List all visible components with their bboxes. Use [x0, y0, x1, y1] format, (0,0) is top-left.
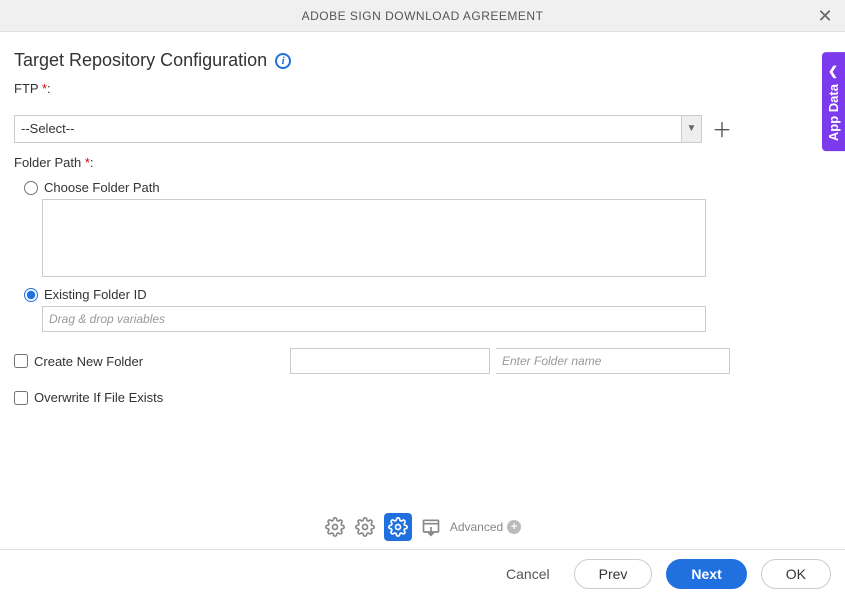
folder-parent-input[interactable]	[290, 348, 490, 374]
prev-button[interactable]: Prev	[574, 559, 653, 589]
choose-folder-radio[interactable]	[24, 181, 38, 195]
existing-folder-input[interactable]: Drag & drop variables	[42, 306, 706, 332]
add-ftp-button[interactable]: ＋	[712, 114, 732, 143]
choose-folder-radio-row: Choose Folder Path	[24, 180, 831, 195]
plus-circle-icon: +	[507, 520, 521, 534]
existing-folder-radio-row: Existing Folder ID	[24, 287, 831, 302]
overwrite-label: Overwrite If File Exists	[34, 390, 163, 405]
close-icon[interactable]: ✕	[815, 6, 835, 26]
choose-folder-textarea[interactable]	[42, 199, 706, 277]
folder-name-input[interactable]: Enter Folder name	[496, 348, 730, 374]
create-new-folder-label: Create New Folder	[34, 354, 284, 369]
gear-icon-1[interactable]	[324, 516, 346, 538]
overwrite-row: Overwrite If File Exists	[14, 390, 831, 405]
existing-folder-label: Existing Folder ID	[44, 287, 147, 302]
ftp-select[interactable]: --Select-- ▼	[14, 115, 702, 143]
gear-icon-2[interactable]	[354, 516, 376, 538]
bottom-toolbar: Advanced +	[0, 507, 845, 547]
window-icon[interactable]	[420, 516, 442, 538]
cancel-button[interactable]: Cancel	[496, 560, 560, 588]
chevron-left-icon: ❮	[828, 64, 838, 78]
folder-path-label-row: Folder Path *:	[14, 155, 831, 176]
next-button[interactable]: Next	[666, 559, 746, 589]
dialog-footer: Cancel Prev Next OK	[0, 549, 845, 597]
advanced-label: Advanced	[450, 520, 503, 534]
ok-button[interactable]: OK	[761, 559, 831, 589]
create-new-folder-row: Create New Folder Enter Folder name	[14, 348, 831, 374]
existing-folder-radio[interactable]	[24, 288, 38, 302]
section-title: Target Repository Configuration	[14, 50, 267, 71]
advanced-button[interactable]: Advanced +	[450, 520, 521, 534]
gear-icon-active[interactable]	[384, 513, 412, 541]
existing-folder-placeholder: Drag & drop variables	[49, 312, 165, 326]
dialog-content: Target Repository Configuration i FTP *:…	[0, 32, 845, 405]
overwrite-checkbox[interactable]	[14, 391, 28, 405]
folder-path-label: Folder Path *:	[14, 155, 94, 170]
ftp-label: FTP *:	[14, 81, 51, 96]
app-data-tab[interactable]: App Data ❮	[822, 52, 845, 151]
folder-name-placeholder: Enter Folder name	[502, 354, 601, 368]
section-title-row: Target Repository Configuration i	[14, 50, 831, 71]
info-icon[interactable]: i	[275, 53, 291, 69]
ftp-field: FTP *:	[14, 81, 831, 102]
dialog-title: ADOBE SIGN DOWNLOAD AGREEMENT	[302, 9, 544, 23]
chevron-down-icon: ▼	[681, 116, 701, 142]
dialog-header: ADOBE SIGN DOWNLOAD AGREEMENT ✕	[0, 0, 845, 32]
create-new-folder-checkbox[interactable]	[14, 354, 28, 368]
ftp-select-value: --Select--	[15, 121, 681, 136]
choose-folder-label: Choose Folder Path	[44, 180, 160, 195]
ftp-select-row: --Select-- ▼ ＋	[14, 114, 831, 143]
app-data-label: App Data	[826, 84, 841, 141]
